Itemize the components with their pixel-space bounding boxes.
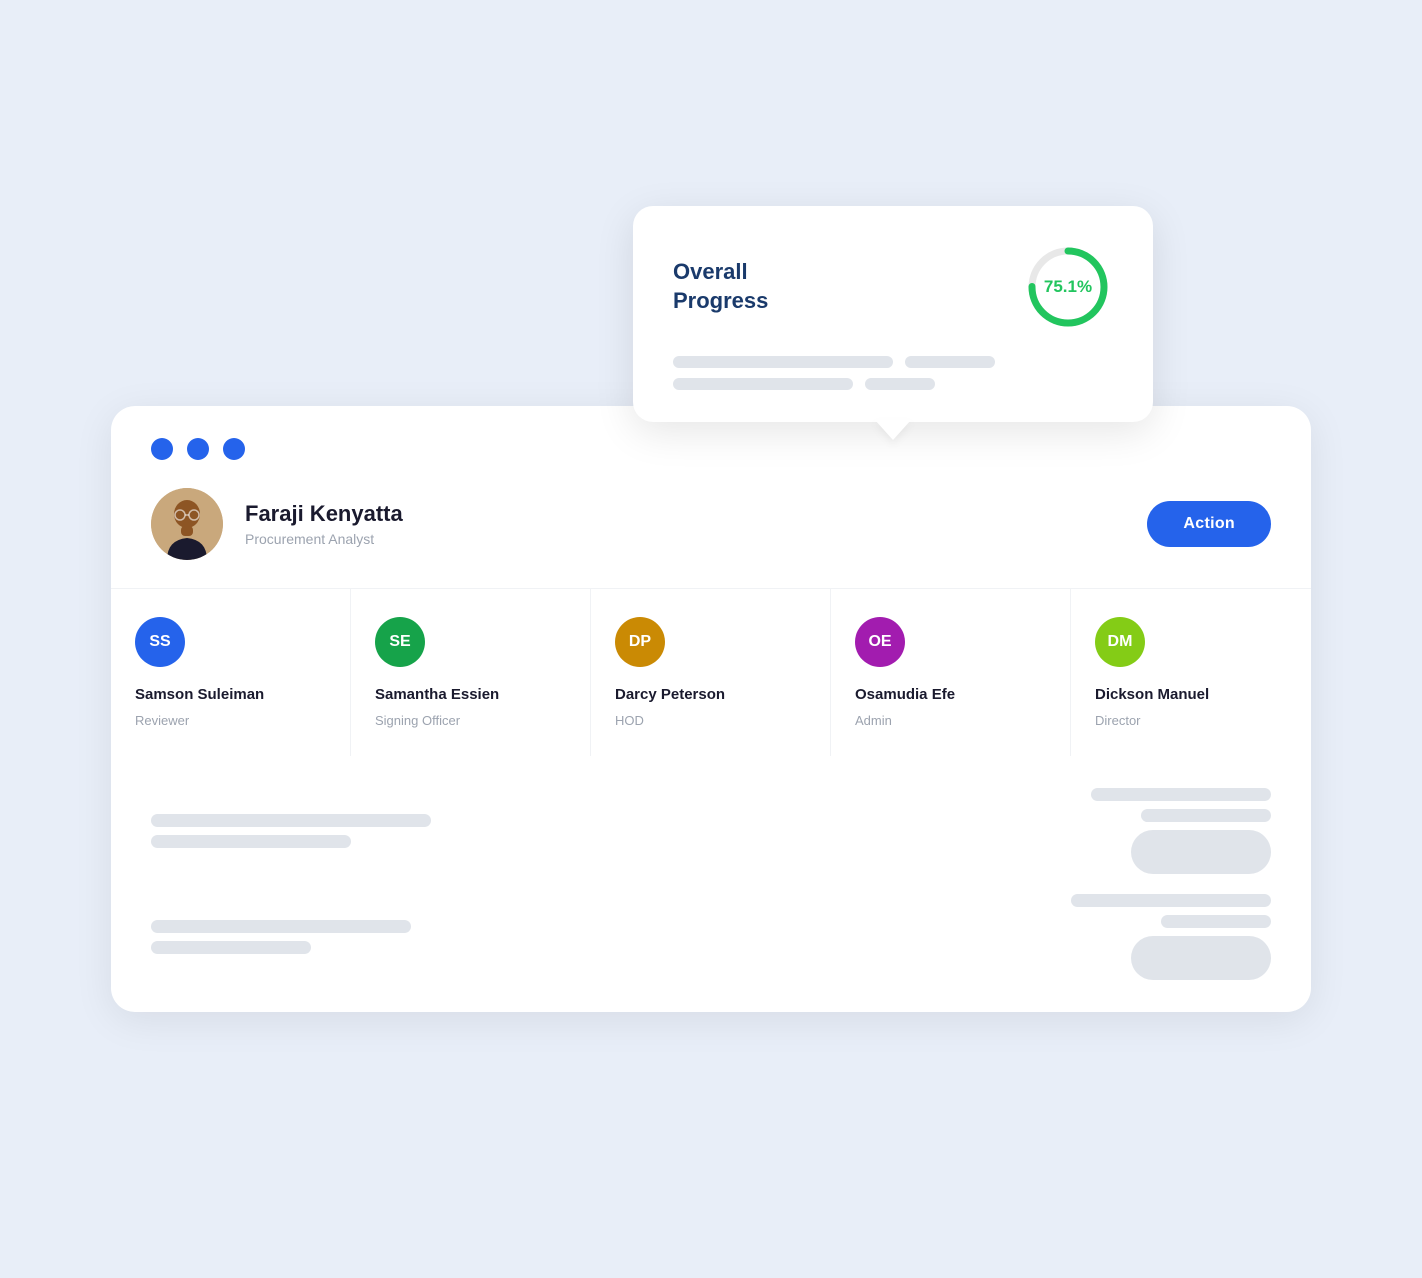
- page-container: Overall Progress 75.1%: [111, 206, 1311, 1072]
- skeleton-bar: [905, 356, 995, 368]
- team-grid: SS Samson Suleiman Reviewer SE Samantha Essi…: [111, 588, 1311, 756]
- skeleton-bar: [673, 356, 893, 368]
- skeleton-bar: [1161, 915, 1271, 928]
- team-member-role: Signing Officer: [375, 713, 566, 728]
- bottom-right-1: [1091, 788, 1271, 874]
- skeleton-bar: [1091, 788, 1271, 801]
- skeleton-button: [1131, 830, 1271, 874]
- team-avatar: OE: [855, 617, 905, 667]
- team-avatar: SE: [375, 617, 425, 667]
- profile-info: Faraji Kenyatta Procurement Analyst: [245, 501, 403, 547]
- profile-row: Faraji Kenyatta Procurement Analyst Acti…: [111, 460, 1311, 588]
- skeleton-bar: [151, 941, 311, 954]
- skeleton-button: [1131, 936, 1271, 980]
- bottom-row-1: [151, 788, 1271, 874]
- profile-job-title: Procurement Analyst: [245, 531, 403, 547]
- team-cell: SS Samson Suleiman Reviewer: [111, 589, 351, 756]
- team-member-role: Admin: [855, 713, 1046, 728]
- team-cell: SE Samantha Essien Signing Officer: [351, 589, 591, 756]
- team-avatar: DM: [1095, 617, 1145, 667]
- dot-2: [187, 438, 209, 460]
- bottom-skeletons: [111, 756, 1311, 1012]
- bottom-left-2: [151, 920, 411, 954]
- team-member-role: Reviewer: [135, 713, 326, 728]
- team-member-role: Director: [1095, 713, 1287, 728]
- progress-circle: 75.1%: [1023, 242, 1113, 332]
- main-card: Faraji Kenyatta Procurement Analyst Acti…: [111, 406, 1311, 1012]
- progress-title: Overall Progress: [673, 258, 768, 315]
- team-member-name: Osamudia Efe: [855, 685, 1046, 705]
- skeleton-bar: [151, 814, 431, 827]
- dot-1: [151, 438, 173, 460]
- action-button[interactable]: Action: [1147, 501, 1271, 547]
- avatar-svg: [151, 488, 223, 560]
- skeleton-bar: [151, 835, 351, 848]
- progress-skeleton: [673, 356, 1113, 390]
- bottom-row-2: [151, 894, 1271, 980]
- team-cell: OE Osamudia Efe Admin: [831, 589, 1071, 756]
- profile-name: Faraji Kenyatta: [245, 501, 403, 527]
- team-cell: DP Darcy Peterson HOD: [591, 589, 831, 756]
- skeleton-bar: [151, 920, 411, 933]
- profile-left: Faraji Kenyatta Procurement Analyst: [151, 488, 403, 560]
- skeleton-row-2: [673, 378, 1113, 390]
- team-member-role: HOD: [615, 713, 806, 728]
- progress-card: Overall Progress 75.1%: [633, 206, 1153, 422]
- bottom-left-1: [151, 814, 431, 848]
- team-member-name: Darcy Peterson: [615, 685, 806, 705]
- team-member-name: Dickson Manuel: [1095, 685, 1287, 705]
- skeleton-row-1: [673, 356, 1113, 368]
- team-avatar: SS: [135, 617, 185, 667]
- team-avatar: DP: [615, 617, 665, 667]
- skeleton-bar: [865, 378, 935, 390]
- team-cell: DM Dickson Manuel Director: [1071, 589, 1311, 756]
- bottom-right-2: [1071, 894, 1271, 980]
- dot-3: [223, 438, 245, 460]
- team-member-name: Samantha Essien: [375, 685, 566, 705]
- progress-percentage: 75.1%: [1044, 277, 1092, 297]
- skeleton-bar: [673, 378, 853, 390]
- skeleton-bar: [1071, 894, 1271, 907]
- avatar: [151, 488, 223, 560]
- team-member-name: Samson Suleiman: [135, 685, 326, 705]
- skeleton-bar: [1141, 809, 1271, 822]
